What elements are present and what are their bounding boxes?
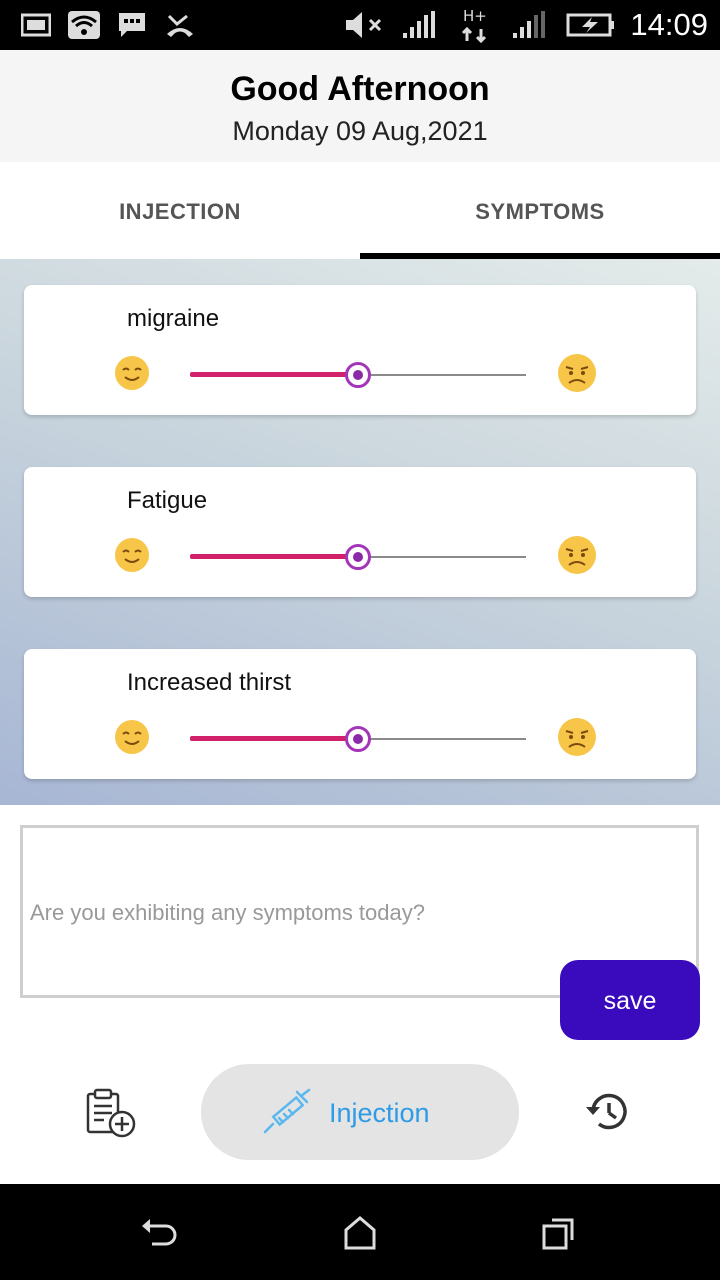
slider-thumb[interactable]	[345, 544, 371, 570]
status-bar: H+ 14:09	[0, 0, 720, 50]
slider-thumb[interactable]	[345, 726, 371, 752]
happy-face-icon	[115, 720, 149, 754]
severity-slider[interactable]	[190, 544, 526, 570]
tab-injection[interactable]: INJECTION	[0, 162, 360, 259]
symptom-card: Increased thirst	[24, 649, 696, 779]
slider-thumb[interactable]	[345, 362, 371, 388]
mute-icon	[344, 0, 388, 50]
sad-face-icon	[558, 536, 596, 574]
system-navigation-bar	[0, 1184, 720, 1280]
bottom-navigation: Injection	[0, 1040, 720, 1184]
missed-call-icon	[164, 0, 196, 50]
symptom-label: migraine	[127, 305, 220, 332]
severity-slider[interactable]	[190, 726, 526, 752]
battery-charging-icon	[566, 0, 616, 50]
symptom-list: migraine Fatigue Increased thirst	[0, 259, 720, 805]
slider-fill	[190, 554, 358, 559]
message-icon	[116, 0, 148, 50]
syringe-icon	[263, 1088, 311, 1134]
notification-image-icon	[20, 0, 52, 50]
symptom-label: Increased thirst	[127, 669, 292, 696]
home-icon[interactable]	[340, 1214, 380, 1254]
injection-nav-label: Injection	[329, 1098, 430, 1128]
injection-nav-button[interactable]: Injection	[201, 1064, 519, 1160]
symptom-card: Fatigue	[24, 467, 696, 597]
clipboard-add-icon[interactable]	[84, 1088, 140, 1138]
header: Good Afternoon Monday 09 Aug,2021	[0, 50, 720, 162]
recent-apps-icon[interactable]	[540, 1214, 580, 1254]
back-icon[interactable]	[140, 1214, 180, 1254]
slider-fill	[190, 736, 358, 741]
happy-face-icon	[115, 356, 149, 390]
clock-time: 14:09	[630, 7, 708, 42]
slider-fill	[190, 372, 358, 377]
save-button[interactable]: save	[560, 960, 700, 1040]
happy-face-icon	[115, 538, 149, 572]
symptom-label: Fatigue	[127, 487, 208, 514]
signal-icon	[400, 0, 436, 50]
symptom-card: migraine	[24, 285, 696, 415]
svg-text:H+: H+	[463, 7, 487, 25]
signal-icon	[510, 0, 546, 50]
sad-face-icon	[558, 718, 596, 756]
greeting-title: Good Afternoon	[230, 70, 490, 108]
sad-face-icon	[558, 354, 596, 392]
severity-slider[interactable]	[190, 362, 526, 388]
tab-bar: INJECTION SYMPTOMS	[0, 162, 720, 259]
history-icon[interactable]	[583, 1088, 631, 1136]
date-label: Monday 09 Aug,2021	[232, 116, 488, 146]
tab-symptoms[interactable]: SYMPTOMS	[360, 162, 720, 259]
data-h-plus-icon: H+	[458, 0, 492, 50]
wifi-icon	[66, 0, 102, 50]
